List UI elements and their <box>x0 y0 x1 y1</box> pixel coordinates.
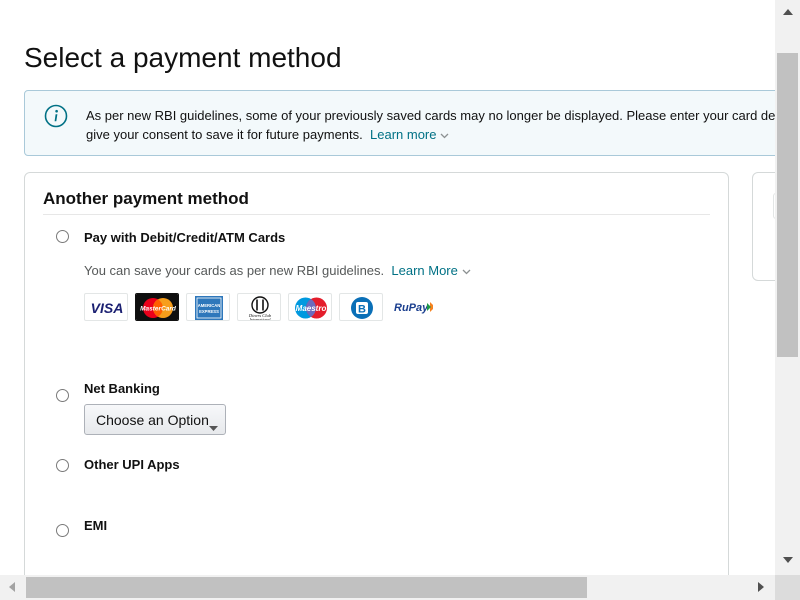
vertical-scrollbar[interactable] <box>775 0 800 575</box>
caret-down-icon <box>209 418 218 436</box>
scroll-down-arrow-icon[interactable] <box>783 557 793 563</box>
cards-helper-text: You can save your cards as per new RBI g… <box>84 263 471 278</box>
bank-select-dropdown[interactable]: Choose an Option <box>84 404 226 435</box>
horizontal-scrollbar[interactable] <box>0 575 775 600</box>
section-heading: Another payment method <box>43 189 249 208</box>
maestro-logo: Maestro <box>288 293 332 321</box>
scroll-left-arrow-icon[interactable] <box>9 582 15 592</box>
svg-text:AMERICAN: AMERICAN <box>198 303 221 308</box>
diners-club-logo: Diners Club International <box>237 293 281 321</box>
svg-text:RuPay: RuPay <box>394 302 429 314</box>
radio-other-upi-apps[interactable] <box>56 459 69 472</box>
scroll-right-arrow-icon[interactable] <box>758 582 764 592</box>
bank-select-value: Choose an Option <box>96 412 209 428</box>
vertical-scroll-thumb[interactable] <box>777 53 798 357</box>
rupay-logo: RuPay <box>390 293 434 321</box>
option-label-net-banking[interactable]: Net Banking <box>84 381 160 396</box>
page-viewport: Select a payment method As per new RBI g… <box>0 0 775 575</box>
notice-line-1: As per new RBI guidelines, some of your … <box>86 108 775 123</box>
visa-logo: VISA <box>84 293 128 321</box>
chevron-down-icon[interactable] <box>440 125 449 144</box>
svg-text:Maestro: Maestro <box>296 304 327 313</box>
radio-cards[interactable] <box>56 230 69 243</box>
option-label-cards[interactable]: Pay with Debit/Credit/ATM Cards <box>84 230 285 245</box>
svg-text:MasterCard: MasterCard <box>140 306 177 313</box>
horizontal-scroll-thumb[interactable] <box>26 577 587 598</box>
notice-line-2-text: give your consent to save it for future … <box>86 127 363 142</box>
radio-net-banking[interactable] <box>56 389 69 402</box>
option-label-emi[interactable]: EMI <box>84 518 107 533</box>
svg-text:EXPRESS: EXPRESS <box>199 309 219 314</box>
notice-text: As per new RBI guidelines, some of your … <box>86 106 775 144</box>
scrollbar-corner <box>775 575 800 600</box>
scroll-up-arrow-icon[interactable] <box>783 9 793 15</box>
svg-text:B: B <box>358 304 366 316</box>
svg-text:International: International <box>248 317 271 321</box>
american-express-logo: AMERICAN EXPRESS <box>186 293 230 321</box>
another-payment-method-card: Another payment method Pay with Debit/Cr… <box>24 172 729 575</box>
bajaj-finserv-logo: B <box>339 293 383 321</box>
cards-learn-more-link[interactable]: Learn More <box>391 263 457 278</box>
cards-helper-text-body: You can save your cards as per new RBI g… <box>84 263 385 278</box>
learn-more-link[interactable]: Learn more <box>370 127 436 142</box>
option-label-other-upi-apps[interactable]: Other UPI Apps <box>84 457 180 472</box>
mastercard-logo: MasterCard <box>135 293 179 321</box>
notice-line-2: give your consent to save it for future … <box>86 125 775 144</box>
order-summary-card <box>752 172 775 281</box>
svg-text:VISA: VISA <box>91 300 124 316</box>
rbi-notice-box: As per new RBI guidelines, some of your … <box>24 90 775 156</box>
section-divider <box>43 214 710 215</box>
page-title: Select a payment method <box>24 42 342 73</box>
info-icon <box>44 104 68 128</box>
chevron-down-icon[interactable] <box>462 263 471 278</box>
radio-emi[interactable] <box>56 524 69 537</box>
